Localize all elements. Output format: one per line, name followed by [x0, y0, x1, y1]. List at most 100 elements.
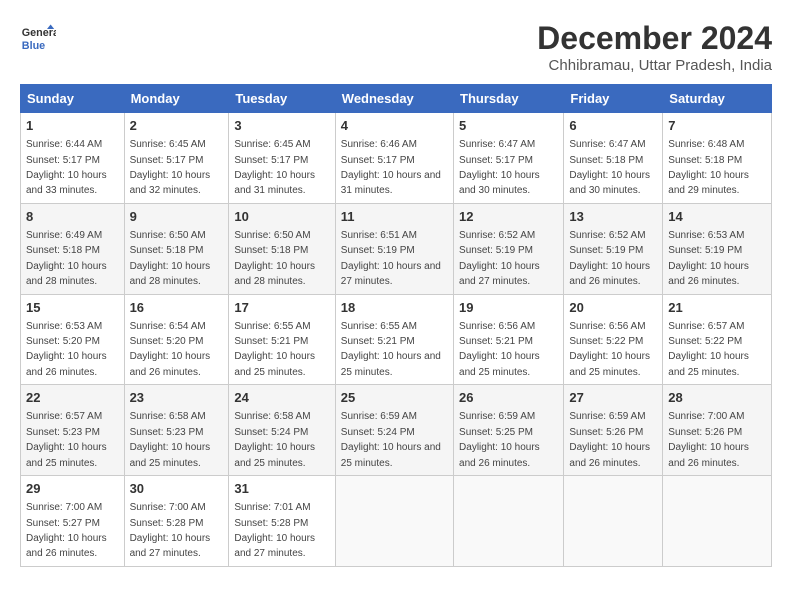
day-number: 16: [130, 299, 224, 317]
day-sunrise: Sunrise: 6:51 AM: [341, 230, 417, 241]
day-daylight-label: Daylight: 10 hours and 26 minutes.: [26, 533, 107, 559]
day-sunset: Sunset: 5:20 PM: [26, 336, 100, 347]
day-number: 8: [26, 208, 119, 226]
table-row: [335, 476, 453, 567]
day-sunset: Sunset: 5:18 PM: [668, 155, 742, 166]
day-sunset: Sunset: 5:17 PM: [234, 155, 308, 166]
day-sunrise: Sunrise: 7:00 AM: [26, 502, 102, 513]
calendar-week-row: 29 Sunrise: 7:00 AM Sunset: 5:27 PM Dayl…: [21, 476, 772, 567]
day-sunrise: Sunrise: 6:49 AM: [26, 230, 102, 241]
day-sunset: Sunset: 5:24 PM: [341, 427, 415, 438]
day-number: 31: [234, 480, 329, 498]
day-sunset: Sunset: 5:25 PM: [459, 427, 533, 438]
day-sunset: Sunset: 5:19 PM: [341, 245, 415, 256]
table-row: 18 Sunrise: 6:55 AM Sunset: 5:21 PM Dayl…: [335, 294, 453, 385]
day-sunrise: Sunrise: 6:59 AM: [459, 411, 535, 422]
day-number: 23: [130, 389, 224, 407]
day-daylight-label: Daylight: 10 hours and 28 minutes.: [234, 261, 315, 287]
day-daylight-label: Daylight: 10 hours and 31 minutes.: [234, 170, 315, 196]
table-row: 29 Sunrise: 7:00 AM Sunset: 5:27 PM Dayl…: [21, 476, 125, 567]
table-row: 6 Sunrise: 6:47 AM Sunset: 5:18 PM Dayli…: [564, 113, 663, 204]
table-row: 11 Sunrise: 6:51 AM Sunset: 5:19 PM Dayl…: [335, 203, 453, 294]
day-daylight-label: Daylight: 10 hours and 27 minutes.: [130, 533, 211, 559]
day-number: 20: [569, 299, 657, 317]
table-row: 19 Sunrise: 6:56 AM Sunset: 5:21 PM Dayl…: [454, 294, 564, 385]
day-sunset: Sunset: 5:18 PM: [234, 245, 308, 256]
day-daylight-label: Daylight: 10 hours and 25 minutes.: [569, 351, 650, 377]
day-sunset: Sunset: 5:17 PM: [341, 155, 415, 166]
day-number: 24: [234, 389, 329, 407]
day-sunrise: Sunrise: 6:48 AM: [668, 139, 744, 150]
table-row: 21 Sunrise: 6:57 AM Sunset: 5:22 PM Dayl…: [663, 294, 772, 385]
day-daylight-label: Daylight: 10 hours and 33 minutes.: [26, 170, 107, 196]
calendar-week-row: 1 Sunrise: 6:44 AM Sunset: 5:17 PM Dayli…: [21, 113, 772, 204]
table-row: 12 Sunrise: 6:52 AM Sunset: 5:19 PM Dayl…: [454, 203, 564, 294]
day-daylight-label: Daylight: 10 hours and 26 minutes.: [668, 442, 749, 468]
day-sunset: Sunset: 5:21 PM: [459, 336, 533, 347]
day-daylight-label: Daylight: 10 hours and 26 minutes.: [26, 351, 107, 377]
table-row: 26 Sunrise: 6:59 AM Sunset: 5:25 PM Dayl…: [454, 385, 564, 476]
day-number: 3: [234, 117, 329, 135]
day-number: 9: [130, 208, 224, 226]
day-number: 25: [341, 389, 448, 407]
day-sunset: Sunset: 5:18 PM: [26, 245, 100, 256]
day-daylight-label: Daylight: 10 hours and 28 minutes.: [26, 261, 107, 287]
calendar-week-row: 15 Sunrise: 6:53 AM Sunset: 5:20 PM Dayl…: [21, 294, 772, 385]
table-row: [564, 476, 663, 567]
day-daylight-label: Daylight: 10 hours and 30 minutes.: [459, 170, 540, 196]
day-daylight-label: Daylight: 10 hours and 27 minutes.: [341, 261, 441, 287]
day-daylight-label: Daylight: 10 hours and 27 minutes.: [459, 261, 540, 287]
day-sunset: Sunset: 5:22 PM: [668, 336, 742, 347]
col-saturday: Saturday: [663, 85, 772, 113]
day-sunset: Sunset: 5:20 PM: [130, 336, 204, 347]
table-row: 4 Sunrise: 6:46 AM Sunset: 5:17 PM Dayli…: [335, 113, 453, 204]
day-number: 27: [569, 389, 657, 407]
day-sunset: Sunset: 5:22 PM: [569, 336, 643, 347]
table-row: 28 Sunrise: 7:00 AM Sunset: 5:26 PM Dayl…: [663, 385, 772, 476]
day-daylight-label: Daylight: 10 hours and 25 minutes.: [668, 351, 749, 377]
day-sunset: Sunset: 5:21 PM: [341, 336, 415, 347]
table-row: 7 Sunrise: 6:48 AM Sunset: 5:18 PM Dayli…: [663, 113, 772, 204]
day-sunrise: Sunrise: 6:53 AM: [26, 321, 102, 332]
day-sunset: Sunset: 5:19 PM: [668, 245, 742, 256]
day-sunrise: Sunrise: 6:56 AM: [569, 321, 645, 332]
table-row: 25 Sunrise: 6:59 AM Sunset: 5:24 PM Dayl…: [335, 385, 453, 476]
table-row: 31 Sunrise: 7:01 AM Sunset: 5:28 PM Dayl…: [229, 476, 335, 567]
day-number: 22: [26, 389, 119, 407]
table-row: 8 Sunrise: 6:49 AM Sunset: 5:18 PM Dayli…: [21, 203, 125, 294]
table-row: 30 Sunrise: 7:00 AM Sunset: 5:28 PM Dayl…: [124, 476, 229, 567]
col-sunday: Sunday: [21, 85, 125, 113]
day-sunrise: Sunrise: 6:47 AM: [459, 139, 535, 150]
day-daylight-label: Daylight: 10 hours and 26 minutes.: [130, 351, 211, 377]
day-number: 1: [26, 117, 119, 135]
day-sunrise: Sunrise: 6:52 AM: [569, 230, 645, 241]
day-sunset: Sunset: 5:18 PM: [569, 155, 643, 166]
day-number: 7: [668, 117, 766, 135]
day-number: 2: [130, 117, 224, 135]
day-sunset: Sunset: 5:17 PM: [459, 155, 533, 166]
day-daylight-label: Daylight: 10 hours and 25 minutes.: [234, 442, 315, 468]
day-sunrise: Sunrise: 6:57 AM: [668, 321, 744, 332]
table-row: 24 Sunrise: 6:58 AM Sunset: 5:24 PM Dayl…: [229, 385, 335, 476]
day-sunset: Sunset: 5:17 PM: [26, 155, 100, 166]
col-monday: Monday: [124, 85, 229, 113]
day-sunrise: Sunrise: 6:52 AM: [459, 230, 535, 241]
day-daylight-label: Daylight: 10 hours and 26 minutes.: [569, 261, 650, 287]
day-sunrise: Sunrise: 7:00 AM: [668, 411, 744, 422]
day-sunrise: Sunrise: 6:57 AM: [26, 411, 102, 422]
day-number: 18: [341, 299, 448, 317]
table-row: 1 Sunrise: 6:44 AM Sunset: 5:17 PM Dayli…: [21, 113, 125, 204]
day-sunset: Sunset: 5:26 PM: [569, 427, 643, 438]
table-row: 14 Sunrise: 6:53 AM Sunset: 5:19 PM Dayl…: [663, 203, 772, 294]
day-sunrise: Sunrise: 6:58 AM: [130, 411, 206, 422]
day-sunset: Sunset: 5:19 PM: [459, 245, 533, 256]
day-daylight-label: Daylight: 10 hours and 29 minutes.: [668, 170, 749, 196]
table-row: 13 Sunrise: 6:52 AM Sunset: 5:19 PM Dayl…: [564, 203, 663, 294]
day-daylight-label: Daylight: 10 hours and 25 minutes.: [459, 351, 540, 377]
day-daylight-label: Daylight: 10 hours and 26 minutes.: [569, 442, 650, 468]
generalblue-logo-icon: General Blue: [20, 20, 56, 56]
calendar-title: December 2024: [537, 20, 772, 57]
logo: General Blue General Blue: [20, 20, 56, 56]
day-number: 19: [459, 299, 558, 317]
day-daylight-label: Daylight: 10 hours and 26 minutes.: [668, 261, 749, 287]
